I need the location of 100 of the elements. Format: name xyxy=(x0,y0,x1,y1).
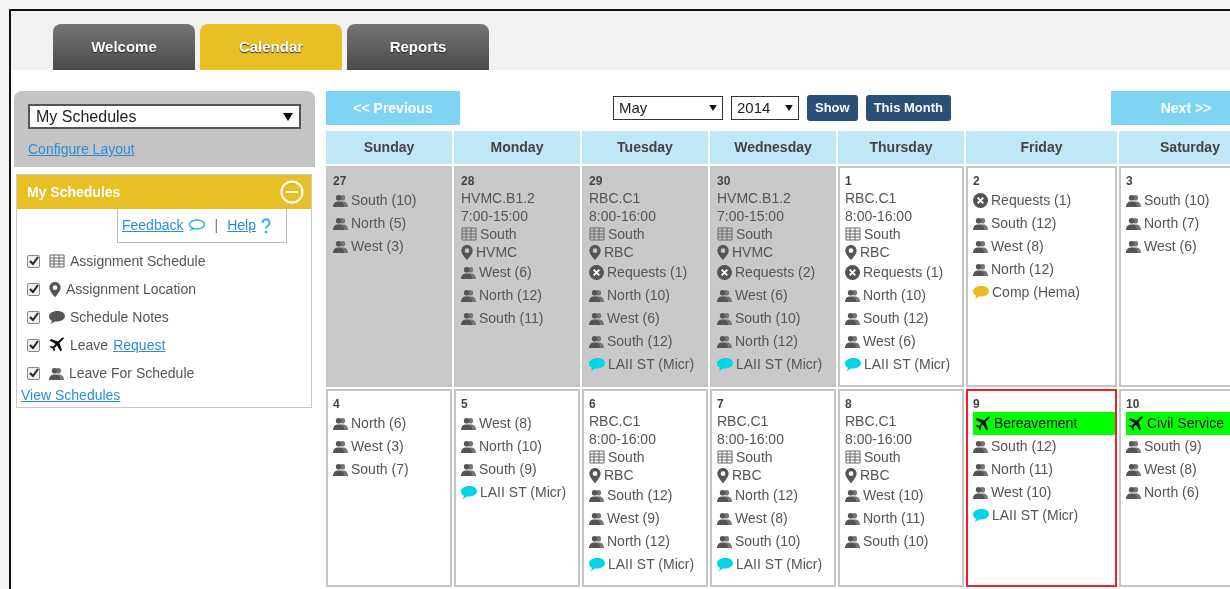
year-select[interactable]: 2014 xyxy=(731,96,799,120)
help-icon xyxy=(260,217,271,234)
checkbox[interactable] xyxy=(27,366,40,380)
tab[interactable]: Welcome xyxy=(53,24,195,70)
date-number: 1 xyxy=(845,173,853,189)
entry-label: West (6) xyxy=(607,309,660,328)
weekday-header: Tuesday xyxy=(582,131,708,164)
people-icon xyxy=(589,311,604,326)
entry-label: North (10) xyxy=(863,286,927,305)
day-cell[interactable]: 4 North (6) West (3) South (7) xyxy=(326,389,452,587)
entry-label: LAII ST (Micr) xyxy=(864,355,951,374)
entry-label: South xyxy=(864,225,901,243)
entry-label: South (7) xyxy=(351,460,409,479)
x-circle-icon xyxy=(845,265,860,280)
entry-label: North (10) xyxy=(607,286,671,305)
entry-label: Civil Service xyxy=(1147,414,1224,433)
day-cell[interactable]: 1 RBC.C1 8:00-16:00 South RBC Requests (1) North (10) South (12) West (6) LAII ST (Micr) xyxy=(838,166,964,387)
option-label: Leave xyxy=(70,335,109,355)
entry-label: North (7) xyxy=(1144,214,1200,233)
entry-label: South xyxy=(480,225,517,243)
people-icon xyxy=(1126,193,1141,208)
entry-label: West (6) xyxy=(735,286,788,305)
grid-icon xyxy=(717,227,733,241)
entry-label: North (12) xyxy=(991,260,1055,279)
weekday-header: Saturday xyxy=(1119,131,1230,164)
entry-label: LAII ST (Micr) xyxy=(992,506,1079,525)
request-link[interactable]: Request xyxy=(113,334,166,356)
dropdown-arrow-icon xyxy=(283,112,293,121)
date-number: 29 xyxy=(589,173,604,189)
checkbox[interactable] xyxy=(27,338,40,352)
day-cell[interactable]: 8 RBC.C1 8:00-16:00 South RBC West (10) North (11) South (10) xyxy=(838,389,964,587)
shift-time: 8:00-16:00 xyxy=(589,430,656,448)
entry-label: North (6) xyxy=(351,414,407,433)
grid-icon xyxy=(49,254,65,268)
people-icon xyxy=(461,462,476,477)
date-number: 10 xyxy=(1126,396,1141,412)
people-icon xyxy=(717,334,732,349)
day-cell[interactable]: 2 Requests (1) South (12) West (8) North (12) Comp (Hema) xyxy=(966,166,1117,387)
panel-title: My Schedules xyxy=(27,182,121,202)
people-icon xyxy=(589,488,604,503)
this-month-button[interactable]: This Month xyxy=(865,95,951,121)
people-icon xyxy=(461,416,476,431)
entry-label: South (12) xyxy=(607,486,673,505)
day-cell[interactable]: 9 Bereavement South (12) North (11) West (10) LAII ST (Micr) xyxy=(966,389,1117,587)
people-icon xyxy=(1126,239,1141,254)
people-icon xyxy=(461,439,476,454)
people-icon xyxy=(333,416,348,431)
x-circle-icon xyxy=(973,193,988,208)
entry-label: RBC xyxy=(860,466,890,484)
show-button[interactable]: Show xyxy=(807,95,858,121)
shift-time: 8:00-16:00 xyxy=(717,430,784,448)
people-icon xyxy=(333,439,348,454)
site-code: RBC.C1 xyxy=(589,189,641,207)
tab[interactable]: Reports xyxy=(347,24,489,70)
entry-label: North (12) xyxy=(607,532,671,551)
entry-label: RBC xyxy=(860,243,890,261)
day-cell[interactable]: 7 RBC.C1 8:00-16:00 South RBC North (12) West (8) South (10) LAII ST (Micr) xyxy=(710,389,836,587)
view-schedules-link[interactable]: View Schedules xyxy=(21,387,121,403)
checkbox[interactable] xyxy=(27,254,40,268)
weekday-header: Wednesday xyxy=(710,131,836,164)
entry-label: North (11) xyxy=(863,509,925,528)
grid-icon xyxy=(717,450,733,464)
entry-label: Bereavement xyxy=(994,414,1078,433)
day-cell[interactable]: 10 Civil Service South (9) West (8) North (6) xyxy=(1119,389,1230,587)
view-select[interactable]: My Schedules xyxy=(28,104,301,129)
day-cell[interactable]: 29 RBC.C1 8:00-16:00 South RBC Requests (1) North (10) West (6) South (12) LAII ST (Micr) xyxy=(582,166,708,387)
entry-label: West (3) xyxy=(351,237,404,256)
feedback-link[interactable]: Feedback xyxy=(122,215,184,236)
entry-label: RBC xyxy=(604,243,634,261)
entry-label: South (10) xyxy=(863,532,929,551)
checkbox[interactable] xyxy=(27,282,40,296)
entry-label: West (8) xyxy=(479,414,532,433)
entry-label: South (12) xyxy=(991,437,1057,456)
dropdown-arrow-icon xyxy=(709,105,717,111)
weekday-header: Thursday xyxy=(838,131,964,164)
pin-icon xyxy=(717,244,729,260)
day-cell[interactable]: 28 HVMC.B1.2 7:00-15:00 South HVMC West (6) North (12) South (11) xyxy=(454,166,580,387)
entry-label: South (9) xyxy=(479,460,537,479)
people-icon xyxy=(589,534,604,549)
people-icon xyxy=(973,462,988,477)
entry-label: North (12) xyxy=(479,286,543,305)
day-cell[interactable]: 6 RBC.C1 8:00-16:00 South RBC South (12) West (9) North (12) LAII ST (Micr) xyxy=(582,389,708,587)
option-label: Leave For Schedule xyxy=(69,363,195,383)
airplane-icon xyxy=(975,415,991,432)
day-cell[interactable]: 3 South (10) North (7) West (6) xyxy=(1119,166,1230,387)
day-cell[interactable]: 30 HVMC.B1.2 7:00-15:00 South HVMC Requests (2) West (6) South (10) North (12) LAII ST (Micr) xyxy=(710,166,836,387)
day-cell[interactable]: 27 South (10) North (5) West (3) xyxy=(326,166,452,387)
people-icon xyxy=(333,239,348,254)
date-number: 4 xyxy=(333,396,341,412)
weekday-header: Sunday xyxy=(326,131,452,164)
dropdown-arrow-icon xyxy=(785,105,793,111)
people-icon xyxy=(717,511,732,526)
site-code: RBC.C1 xyxy=(845,412,897,430)
option-label: Assignment Location xyxy=(66,279,196,299)
checkbox[interactable] xyxy=(27,310,40,324)
day-cell[interactable]: 5 West (8) North (10) South (9) LAII ST (Micr) xyxy=(454,389,580,587)
month-select[interactable]: May xyxy=(613,96,723,120)
people-icon xyxy=(845,334,860,349)
people-icon xyxy=(1126,462,1141,477)
entry-label: LAII ST (Micr) xyxy=(736,355,823,374)
